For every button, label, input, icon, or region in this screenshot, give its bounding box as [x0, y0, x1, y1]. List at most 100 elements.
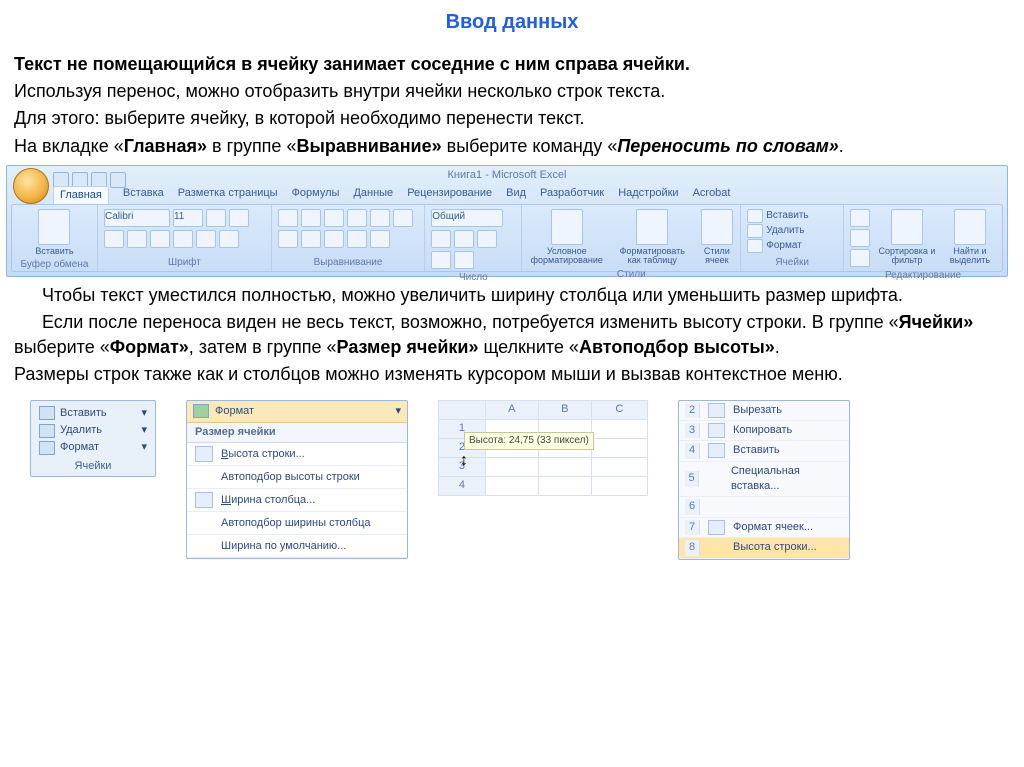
para-6: Если после переноса виден не весь текст,…: [14, 310, 1010, 360]
menuitem-col-width[interactable]: Ширина столбца...: [187, 489, 407, 512]
format-icon: [193, 404, 209, 418]
para-3: Для этого: выберите ячейку, в которой не…: [14, 106, 1010, 131]
content: Текст не помещающийся в ячейку занимает …: [0, 52, 1024, 159]
paste-icon: [708, 443, 725, 458]
cut-icon: [708, 403, 725, 418]
col-width-icon: [195, 492, 213, 508]
number-format-combo[interactable]: Общий: [431, 209, 503, 227]
tab-acrobat[interactable]: Acrobat: [693, 186, 731, 204]
tab-data[interactable]: Данные: [353, 186, 393, 204]
menuitem-default-width[interactable]: Ширина по умолчанию...: [187, 535, 407, 558]
font-color-icon[interactable]: [219, 230, 239, 248]
resize-tooltip: Высота: 24,75 (33 пиксел): [464, 432, 594, 450]
align-top-icon[interactable]: [278, 209, 298, 227]
tab-view[interactable]: Вид: [506, 186, 526, 204]
delete-cells-icon[interactable]: [747, 224, 763, 238]
dec-decimal-icon[interactable]: [454, 251, 474, 269]
window-title: Книга1 - Microsoft Excel: [7, 168, 1007, 183]
ctx-row-height[interactable]: 8Высота строки...: [679, 538, 849, 558]
group-alignment: Выравнивание: [272, 205, 425, 271]
format-menu-section: Размер ячейки: [187, 423, 407, 443]
find-select-icon[interactable]: [954, 209, 986, 245]
tab-developer[interactable]: Разработчик: [540, 186, 604, 204]
ctx-format-cells[interactable]: 7Формат ячеек...: [679, 518, 849, 538]
delete-row-button[interactable]: Удалить▾: [37, 422, 149, 439]
align-middle-icon[interactable]: [301, 209, 321, 227]
group-clipboard: Вставить Буфер обмена: [12, 205, 98, 271]
format-menu-header[interactable]: Формат▾: [187, 401, 407, 423]
cell-styles-icon[interactable]: [701, 209, 733, 245]
tab-page-layout[interactable]: Разметка страницы: [178, 186, 278, 204]
currency-icon[interactable]: [431, 230, 451, 248]
font-size-combo[interactable]: 11: [173, 209, 203, 227]
tab-insert[interactable]: Вставка: [123, 186, 164, 204]
increase-indent-icon[interactable]: [347, 230, 367, 248]
underline-icon[interactable]: [150, 230, 170, 248]
group-number: Общий Число: [425, 205, 522, 271]
format-row-button[interactable]: Формат▾: [37, 439, 149, 456]
ctx-sep: 6: [679, 497, 849, 517]
para-4: На вкладке «Главная» в группе «Выравнива…: [14, 134, 1010, 159]
sort-filter-icon[interactable]: [891, 209, 923, 245]
tab-formulas[interactable]: Формулы: [292, 186, 340, 204]
paste-icon[interactable]: [38, 209, 70, 245]
format-cells-icon[interactable]: [747, 239, 763, 253]
content-2: Чтобы текст уместился полностью, можно у…: [0, 283, 1024, 388]
clear-icon[interactable]: [850, 249, 870, 267]
context-menu-fragment: 2Вырезать 3Копировать 4Вставить 5Специал…: [678, 400, 850, 560]
ctx-paste[interactable]: 4Вставить: [679, 441, 849, 461]
menuitem-row-height[interactable]: Высота строки...: [187, 443, 407, 466]
align-center-icon[interactable]: [278, 230, 298, 248]
menuitem-autofit-height[interactable]: Автоподбор высоты строки: [187, 466, 407, 489]
sheet-resize-fragment: ABC 1 2 3 4 Высота: 24,75 (33 пиксел) ↕: [438, 400, 648, 496]
para-7: Размеры строк также как и столбцов можно…: [14, 362, 1010, 387]
menuitem-autofit-width[interactable]: Автоподбор ширины столбца: [187, 512, 407, 535]
para-2: Используя перенос, можно отобразить внут…: [14, 79, 1010, 104]
tab-review[interactable]: Рецензирование: [407, 186, 492, 204]
border-icon[interactable]: [173, 230, 193, 248]
italic-icon[interactable]: [127, 230, 147, 248]
inc-decimal-icon[interactable]: [431, 251, 451, 269]
tab-home[interactable]: Главная: [53, 186, 109, 204]
insert-row-button[interactable]: Вставить▾: [37, 405, 149, 422]
decrease-indent-icon[interactable]: [324, 230, 344, 248]
align-bottom-icon[interactable]: [324, 209, 344, 227]
align-right-icon[interactable]: [301, 230, 321, 248]
ctx-copy[interactable]: 3Копировать: [679, 421, 849, 441]
resize-cursor-icon: ↕: [460, 450, 468, 472]
group-cells: Вставить Удалить Формат Ячейки: [741, 205, 844, 271]
font-name-combo[interactable]: Calibri: [104, 209, 170, 227]
percent-icon[interactable]: [454, 230, 474, 248]
format-as-table-icon[interactable]: [636, 209, 668, 245]
group-editing: Сортировка и фильтр Найти и выделить Ред…: [844, 205, 1002, 271]
bold-icon[interactable]: [104, 230, 124, 248]
wrap-text-icon[interactable]: [370, 209, 390, 227]
insert-cells-icon[interactable]: [747, 209, 763, 223]
page-title: Ввод данных: [0, 0, 1024, 50]
comma-icon[interactable]: [477, 230, 497, 248]
autosum-icon[interactable]: [850, 209, 870, 227]
fill-icon[interactable]: [850, 229, 870, 247]
group-styles: Условное форматирование Форматировать ка…: [522, 205, 741, 271]
para-1: Текст не помещающийся в ячейку занимает …: [14, 52, 1010, 77]
ribbon-tabs: Главная Вставка Разметка страницы Формул…: [53, 186, 730, 204]
excel-ribbon-screenshot: Книга1 - Microsoft Excel Главная Вставка…: [6, 165, 1008, 277]
decrease-font-icon[interactable]: [229, 209, 249, 227]
bottom-images-row: Вставить▾ Удалить▾ Формат▾ Ячейки Формат…: [0, 390, 1024, 560]
row-height-icon: [195, 446, 213, 462]
merge-icon[interactable]: [370, 230, 390, 248]
delete-icon: [39, 424, 55, 438]
para-5: Чтобы текст уместился полностью, можно у…: [14, 283, 1010, 308]
fill-color-icon[interactable]: [196, 230, 216, 248]
tab-addins[interactable]: Надстройки: [618, 186, 678, 204]
increase-font-icon[interactable]: [206, 209, 226, 227]
insert-icon: [39, 406, 55, 420]
ctx-paste-special[interactable]: 5Специальная вставка...: [679, 462, 849, 498]
conditional-formatting-icon[interactable]: [551, 209, 583, 245]
format-icon: [39, 441, 55, 455]
copy-icon: [708, 423, 725, 438]
ctx-cut[interactable]: 2Вырезать: [679, 401, 849, 421]
align-left-icon[interactable]: [393, 209, 413, 227]
cells-group-fragment: Вставить▾ Удалить▾ Формат▾ Ячейки: [30, 400, 156, 478]
orientation-icon[interactable]: [347, 209, 367, 227]
